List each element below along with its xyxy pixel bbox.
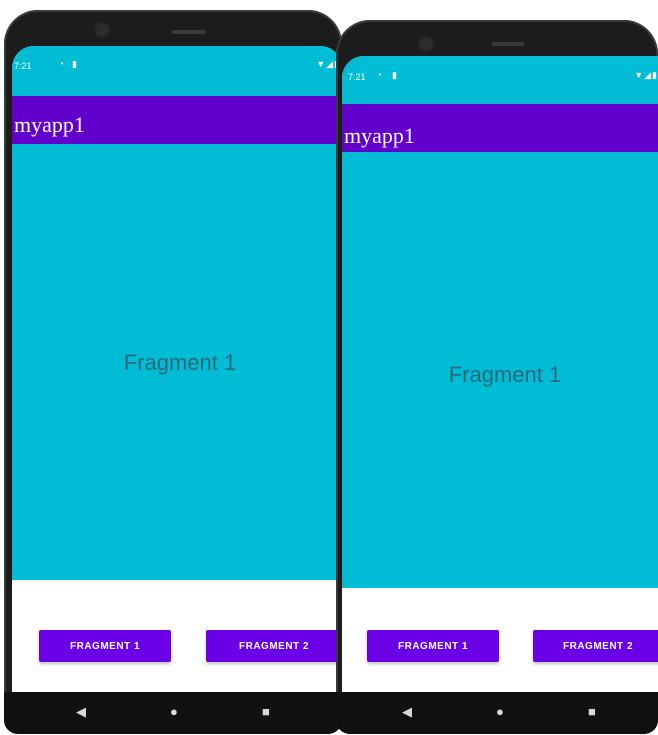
signal-icon: ◢: [644, 70, 653, 80]
fragment-1-button[interactable]: FRAGMENT 1: [367, 630, 499, 662]
fragment-1-button[interactable]: FRAGMENT 1: [39, 630, 171, 662]
navigation-bar: ◀ ● ■: [4, 692, 342, 734]
home-icon[interactable]: ●: [496, 704, 504, 720]
app-bar: myapp1: [342, 104, 658, 152]
fragment-2-button[interactable]: FRAGMENT 2: [533, 630, 658, 662]
sync-icon: ◔: [58, 59, 65, 70]
battery-icon: ▮: [652, 70, 658, 80]
front-camera-icon: [96, 24, 108, 36]
sync-icon: ◔: [376, 70, 383, 81]
wifi-icon: ▼: [316, 59, 327, 69]
front-camera-icon: [420, 38, 432, 50]
app-title: myapp1: [14, 112, 85, 137]
status-indicators: ▼◢▮: [634, 70, 658, 81]
back-icon[interactable]: ◀: [76, 704, 86, 720]
signal-icon: ◢: [326, 59, 335, 69]
screenshot-stage: 7:21 ◔ ▮ ▼◢▮ myapp1 Fragment 1 FRAGMENT …: [0, 0, 658, 735]
app-title: myapp1: [344, 123, 415, 148]
navigation-bar: ◀ ● ■: [336, 692, 658, 734]
phone-frame-right: 7:21 ◔ ▮ ▼◢▮ myapp1 Fragment 1 FRAGMENT …: [336, 20, 658, 734]
fragment-label: Fragment 1: [448, 362, 562, 387]
status-bar: 7:21 ◔ ▮ ▼◢▮: [342, 56, 658, 104]
recents-icon[interactable]: ■: [588, 704, 596, 720]
phone-screen: 7:21 ◔ ▮ ▼◢▮ myapp1 Fragment 1 FRAGMENT …: [12, 46, 342, 692]
wifi-icon: ▼: [634, 70, 645, 80]
back-icon[interactable]: ◀: [402, 704, 412, 720]
button-bar: FRAGMENT 1 FRAGMENT 2: [342, 588, 658, 692]
fragment-2-button[interactable]: FRAGMENT 2: [206, 630, 342, 662]
phone-frame-left: 7:21 ◔ ▮ ▼◢▮ myapp1 Fragment 1 FRAGMENT …: [4, 10, 342, 734]
fragment-container: Fragment 1: [342, 152, 658, 588]
phone-bezel-top: [336, 20, 658, 60]
status-time: 7:21: [348, 72, 366, 82]
earpiece-speaker: [492, 42, 524, 46]
status-time: 7:21: [14, 61, 32, 71]
status-bar: 7:21 ◔ ▮ ▼◢▮: [12, 46, 342, 96]
fragment-label: Fragment 1: [123, 350, 237, 375]
sd-card-icon: ▮: [72, 59, 77, 69]
sd-card-icon: ▮: [392, 70, 397, 80]
fragment-container: Fragment 1: [12, 144, 342, 580]
home-icon[interactable]: ●: [170, 704, 178, 720]
earpiece-speaker: [172, 30, 206, 34]
recents-icon[interactable]: ■: [262, 704, 270, 720]
app-bar: myapp1: [12, 96, 342, 144]
button-bar: FRAGMENT 1 FRAGMENT 2: [12, 580, 342, 692]
phone-bezel-top: [4, 10, 342, 50]
phone-screen: 7:21 ◔ ▮ ▼◢▮ myapp1 Fragment 1 FRAGMENT …: [342, 56, 658, 692]
